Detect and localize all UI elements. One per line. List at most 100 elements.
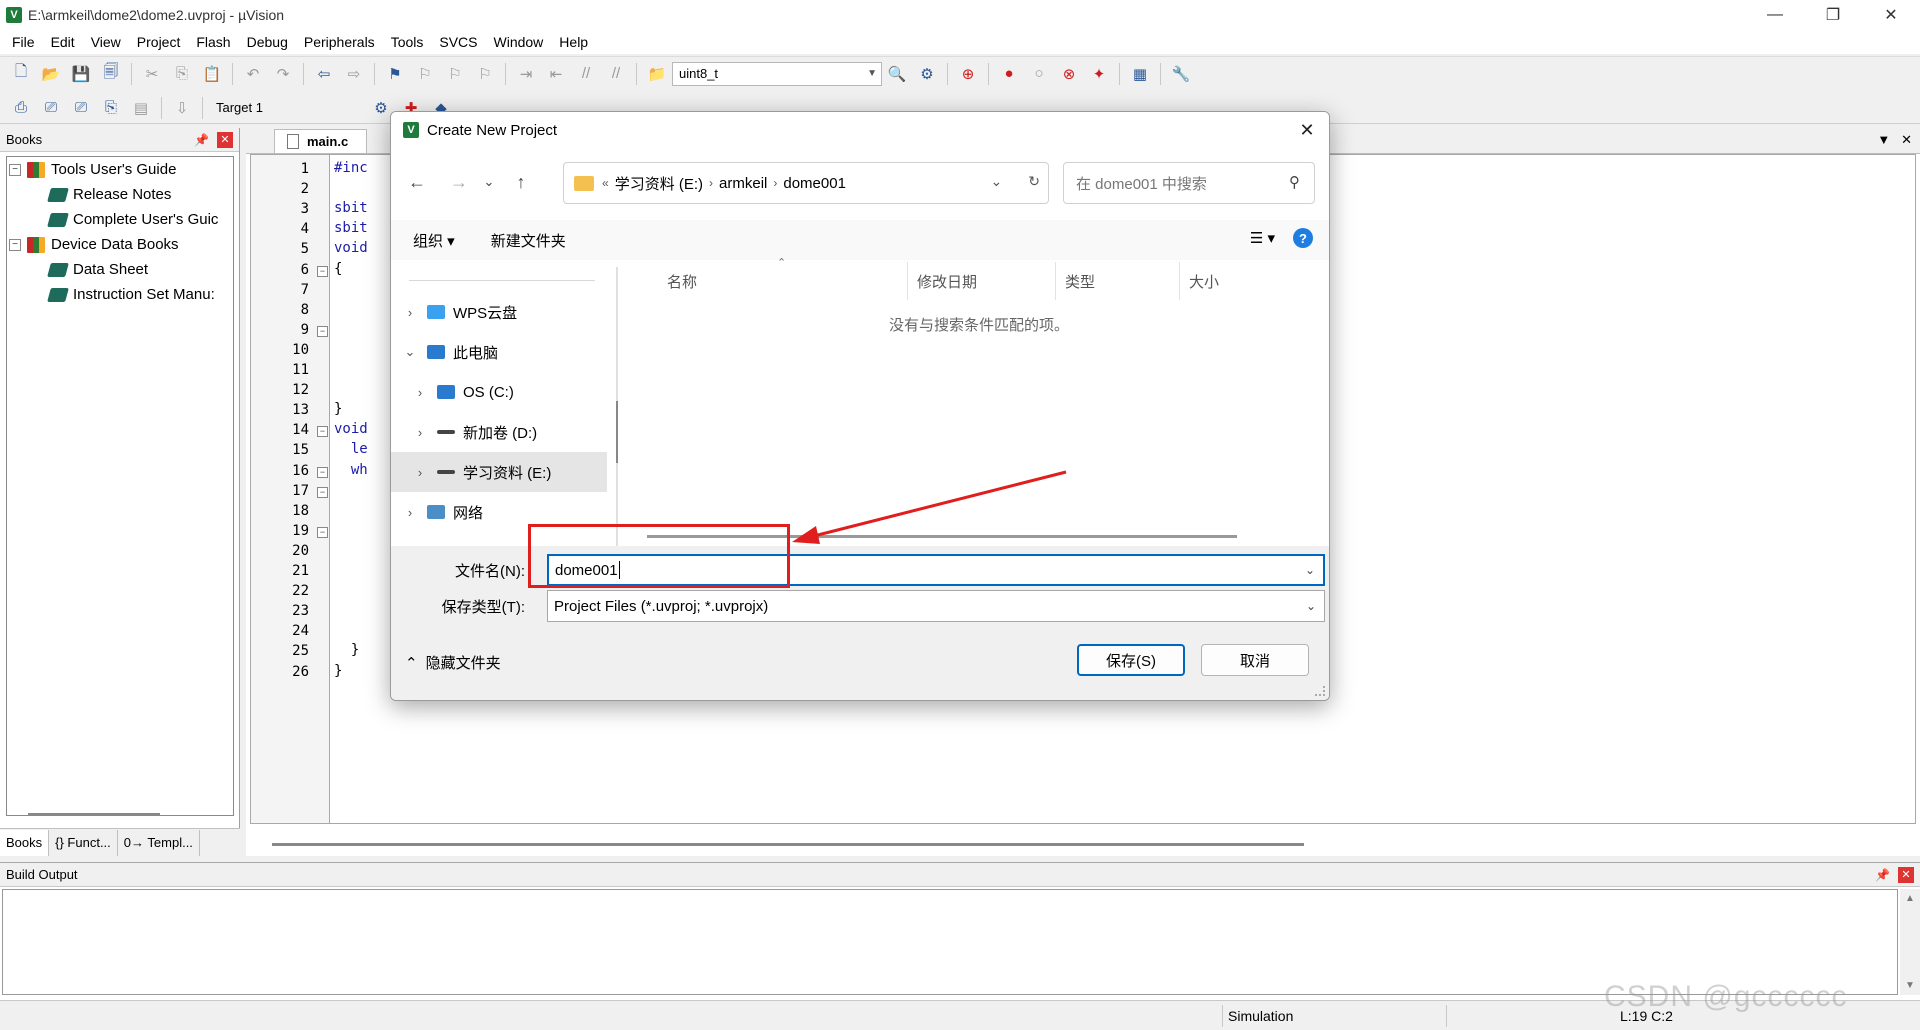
tab-functions[interactable]: {} Funct... xyxy=(49,829,118,856)
search-icon[interactable]: ⚲ xyxy=(1289,173,1300,191)
tree-item-data-sheet[interactable]: Data Sheet xyxy=(7,257,233,282)
open-file-icon[interactable]: 📂 xyxy=(39,62,63,86)
tab-books[interactable]: Books xyxy=(0,829,50,856)
filetype-select[interactable]: Project Files (*.uvproj; *.uvprojx) ⌄ xyxy=(547,590,1325,622)
close-panel-icon[interactable]: ✕ xyxy=(217,131,233,148)
chevron-icon[interactable]: › xyxy=(413,465,427,480)
resize-grip-icon[interactable] xyxy=(1315,686,1325,696)
vertical-scrollbar[interactable]: ▲ ▼ xyxy=(1900,889,1920,995)
new-file-icon[interactable]: 🗋 xyxy=(9,62,33,86)
restore-button[interactable]: ❐ xyxy=(1804,0,1862,30)
address-bar[interactable]: « 学习资料 (E:) › armkeil › dome001 ⌄ ↻ xyxy=(563,162,1049,204)
fold-toggle-icon[interactable]: − xyxy=(317,265,328,277)
tab-main-c[interactable]: main.c xyxy=(274,129,368,153)
chevron-icon[interactable]: ⌄ xyxy=(403,344,417,360)
close-panel-icon[interactable]: ✕ xyxy=(1898,866,1914,883)
stop-build-icon[interactable]: ▤ xyxy=(129,96,153,120)
column-modified[interactable]: 修改日期 xyxy=(917,262,977,300)
dialog-close-button[interactable]: ✕ xyxy=(1295,118,1319,142)
forward-arrow-icon[interactable]: → xyxy=(447,170,471,194)
overflow-chevron[interactable]: « xyxy=(602,176,609,190)
clear-bookmarks-icon[interactable]: ⚐ xyxy=(473,62,497,86)
menu-edit[interactable]: Edit xyxy=(43,34,83,50)
fold-toggle-icon[interactable]: − xyxy=(317,486,328,498)
hide-folders-toggle[interactable]: ⌃ 隐藏文件夹 xyxy=(405,652,501,673)
window-layout-icon[interactable]: ▦ xyxy=(1128,62,1152,86)
scroll-down-icon[interactable]: ▼ xyxy=(1905,980,1915,991)
chevron-down-icon[interactable]: ⌄ xyxy=(1306,599,1316,613)
nav-item[interactable]: › 新加卷 (D:) xyxy=(391,412,607,452)
column-name[interactable]: 名称 xyxy=(667,262,697,300)
tree-item-device-data-books[interactable]: − Device Data Books xyxy=(7,232,233,257)
save-button[interactable]: 保存(S) xyxy=(1077,644,1185,676)
download-icon[interactable]: ⇩ xyxy=(170,96,194,120)
prev-bookmark-icon[interactable]: ⚐ xyxy=(413,62,437,86)
tab-templates[interactable]: 0→ Templ... xyxy=(118,829,200,856)
tree-item-complete-users-guide[interactable]: Complete User's Guic xyxy=(7,207,233,232)
column-size[interactable]: 大小 xyxy=(1189,262,1219,300)
nav-pane-scrollbar[interactable] xyxy=(616,401,618,463)
rebuild-icon[interactable]: ⎚ xyxy=(69,96,93,120)
nav-back-icon[interactable]: ⇦ xyxy=(312,62,336,86)
menu-file[interactable]: File xyxy=(4,34,43,50)
fold-toggle-icon[interactable]: − xyxy=(317,325,328,337)
close-button[interactable]: ✕ xyxy=(1862,0,1920,30)
fold-toggle-icon[interactable]: − xyxy=(317,426,328,438)
tree-item-tools-users-guide[interactable]: − Tools User's Guide xyxy=(7,157,233,182)
horizontal-scrollbar[interactable] xyxy=(28,813,160,816)
fold-toggle-icon[interactable]: − xyxy=(317,526,328,538)
translate-icon[interactable]: ⎙ xyxy=(9,96,33,120)
incremental-find-icon[interactable]: ⚙ xyxy=(915,62,939,86)
tree-item-instruction-set-manual[interactable]: Instruction Set Manu: xyxy=(7,282,233,307)
fold-toggle-icon[interactable]: − xyxy=(317,466,328,478)
help-icon[interactable]: ? xyxy=(1293,228,1313,248)
editor-tab-controls[interactable]: ▼ ✕ xyxy=(1877,132,1912,148)
pin-icon[interactable]: 📌 xyxy=(194,133,209,147)
menu-view[interactable]: View xyxy=(83,34,129,50)
indent-icon[interactable]: ⇥ xyxy=(514,62,538,86)
pin-icon[interactable]: 📌 xyxy=(1875,868,1890,882)
column-type[interactable]: 类型 xyxy=(1065,262,1095,300)
search-input[interactable]: 在 dome001 中搜索 ⚲ xyxy=(1063,162,1315,204)
save-icon[interactable]: 💾 xyxy=(69,62,93,86)
chevron-icon[interactable]: › xyxy=(413,385,427,400)
pane-splitter[interactable] xyxy=(616,267,618,547)
collapse-icon[interactable]: − xyxy=(9,238,21,251)
cancel-button[interactable]: 取消 xyxy=(1201,644,1309,676)
chevron-down-icon[interactable]: ⌄ xyxy=(1305,563,1315,577)
tree-item-release-notes[interactable]: Release Notes xyxy=(7,182,233,207)
view-options-icon[interactable]: ☰ ▾ xyxy=(1250,229,1275,247)
disable-all-breakpoints-icon[interactable]: ⊗ xyxy=(1057,62,1081,86)
chevron-icon[interactable]: › xyxy=(403,505,417,520)
save-all-icon[interactable]: 🗐 xyxy=(99,62,123,86)
refresh-icon[interactable]: ↻ xyxy=(1028,173,1040,190)
breadcrumb-dome001[interactable]: dome001 xyxy=(783,175,846,192)
nav-item[interactable]: › OS (C:) xyxy=(391,372,607,412)
nav-item[interactable]: › 学习资料 (E:) xyxy=(391,452,607,492)
find-combo[interactable]: uint8_t ▼ xyxy=(672,61,882,86)
minimize-button[interactable]: — xyxy=(1746,0,1804,30)
find-icon[interactable]: 🔍 xyxy=(885,62,909,86)
menu-help[interactable]: Help xyxy=(551,34,596,50)
nav-item[interactable]: ⌄ 此电脑 xyxy=(391,332,607,372)
cut-icon[interactable]: ✂ xyxy=(140,62,164,86)
comment-icon[interactable]: // xyxy=(574,62,598,86)
menu-flash[interactable]: Flash xyxy=(188,34,238,50)
next-bookmark-icon[interactable]: ⚐ xyxy=(443,62,467,86)
build-icon[interactable]: ⎚ xyxy=(39,96,63,120)
scroll-up-icon[interactable]: ▲ xyxy=(1905,893,1915,904)
breadcrumb-drive[interactable]: 学习资料 (E:) xyxy=(615,173,703,194)
new-folder-button[interactable]: 新建文件夹 xyxy=(491,230,566,251)
collapse-icon[interactable]: − xyxy=(9,163,21,176)
menu-debug[interactable]: Debug xyxy=(239,34,296,50)
undo-icon[interactable]: ↶ xyxy=(241,62,265,86)
nav-item[interactable]: › WPS云盘 xyxy=(391,292,607,332)
disable-breakpoint-icon[interactable]: ○ xyxy=(1027,62,1051,86)
menu-window[interactable]: Window xyxy=(486,34,552,50)
kill-breakpoints-icon[interactable]: ✦ xyxy=(1087,62,1111,86)
target-select[interactable]: Target 1 xyxy=(216,100,366,115)
chevron-down-icon[interactable]: ⌄ xyxy=(991,173,1003,190)
copy-icon[interactable]: ⎘ xyxy=(170,62,194,86)
chevron-icon[interactable]: › xyxy=(403,305,417,320)
back-arrow-icon[interactable]: ← xyxy=(405,170,429,194)
